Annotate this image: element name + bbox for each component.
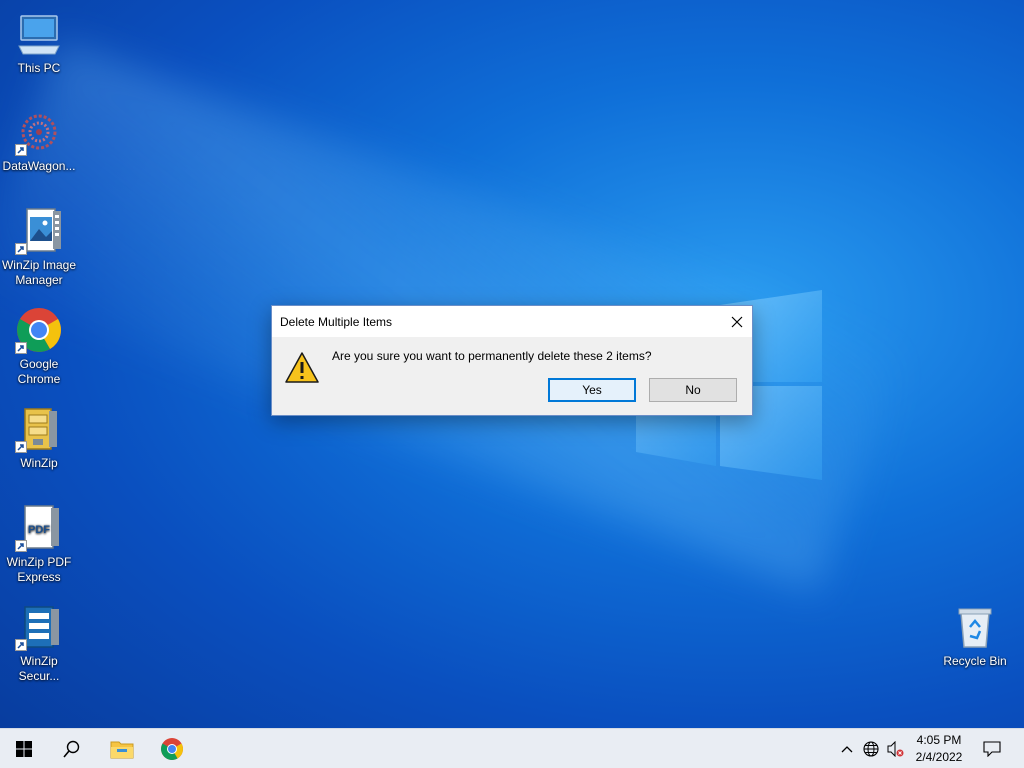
notification-icon	[983, 741, 1001, 757]
taskbar: 4:05 PM 2/4/2022	[0, 728, 1024, 768]
file-explorer-icon	[110, 741, 134, 759]
shortcut-arrow-icon	[15, 243, 27, 255]
shortcut-arrow-icon	[15, 639, 27, 651]
desktop-icon-this-pc[interactable]: This PC	[0, 10, 79, 76]
close-icon	[731, 316, 743, 327]
desktop-icon-label: WinZip Image Manager	[1, 258, 77, 287]
shortcut-arrow-icon	[15, 441, 27, 453]
network-button[interactable]	[860, 729, 882, 768]
desktop-icon-winzip[interactable]: WinZip	[0, 405, 79, 471]
file-explorer-button[interactable]	[98, 729, 146, 768]
start-button[interactable]	[0, 729, 48, 768]
winzip-icon	[15, 405, 63, 453]
shortcut-arrow-icon	[15, 342, 27, 354]
chrome-icon	[15, 306, 63, 354]
volume-muted-icon	[887, 741, 904, 757]
windows-start-icon	[16, 741, 32, 757]
clock-time: 4:05 PM	[916, 733, 962, 747]
dialog-body: Are you sure you want to permanently del…	[272, 337, 752, 415]
shortcut-arrow-icon	[15, 540, 27, 552]
notification-center-button[interactable]	[976, 729, 1008, 768]
shortcut-arrow-icon	[15, 144, 27, 156]
desktop-icon-label: This PC	[17, 61, 61, 75]
search-icon	[63, 740, 80, 758]
desktop-icon-winzip-image-manager[interactable]: WinZip Image Manager	[0, 207, 79, 288]
yes-button[interactable]: Yes	[548, 378, 636, 402]
desktop-icon-winzip-secure[interactable]: WinZip Secur...	[0, 603, 79, 684]
winzip-secure-icon	[15, 603, 63, 651]
warning-icon	[285, 352, 319, 383]
clock-date: 2/4/2022	[915, 750, 963, 764]
desktop-icon-datawagon[interactable]: DataWagon...	[0, 108, 79, 174]
desktop-icon-label: Recycle Bin	[943, 654, 1007, 668]
desktop-icon-label: WinZip Secur...	[18, 654, 60, 683]
dialog-title: Delete Multiple Items	[280, 314, 393, 329]
desktop-icon-winzip-pdf-express[interactable]: PDF WinZip PDF Express	[0, 504, 79, 585]
computer-icon	[15, 10, 63, 58]
desktop-icon-label: Google Chrome	[17, 357, 61, 386]
chrome-taskbar-button[interactable]	[148, 729, 196, 768]
winzip-pdf-icon: PDF	[15, 504, 63, 552]
chrome-icon	[161, 738, 183, 760]
datawagon-icon	[15, 108, 63, 156]
close-button[interactable]	[722, 307, 752, 337]
winzip-image-manager-icon	[15, 207, 63, 255]
volume-button[interactable]	[884, 729, 906, 768]
no-button[interactable]: No	[649, 378, 737, 402]
recycle-bin-icon	[951, 603, 999, 651]
delete-confirm-dialog: Delete Multiple Items Are you sure you w…	[271, 305, 753, 416]
desktop-icon-recycle-bin[interactable]: Recycle Bin	[935, 603, 1015, 669]
search-button[interactable]	[48, 729, 96, 768]
chevron-up-icon	[841, 746, 853, 753]
desktop-icon-label: WinZip PDF Express	[6, 555, 72, 584]
svg-text:PDF: PDF	[28, 524, 50, 536]
dialog-message: Are you sure you want to permanently del…	[332, 349, 652, 363]
show-hidden-icons-button[interactable]	[836, 729, 858, 768]
network-icon	[863, 741, 879, 757]
desktop-icon-google-chrome[interactable]: Google Chrome	[0, 306, 79, 387]
clock[interactable]: 4:05 PM 2/4/2022	[908, 732, 970, 766]
desktop-icon-label: DataWagon...	[2, 159, 76, 173]
dialog-titlebar[interactable]: Delete Multiple Items	[272, 306, 752, 337]
